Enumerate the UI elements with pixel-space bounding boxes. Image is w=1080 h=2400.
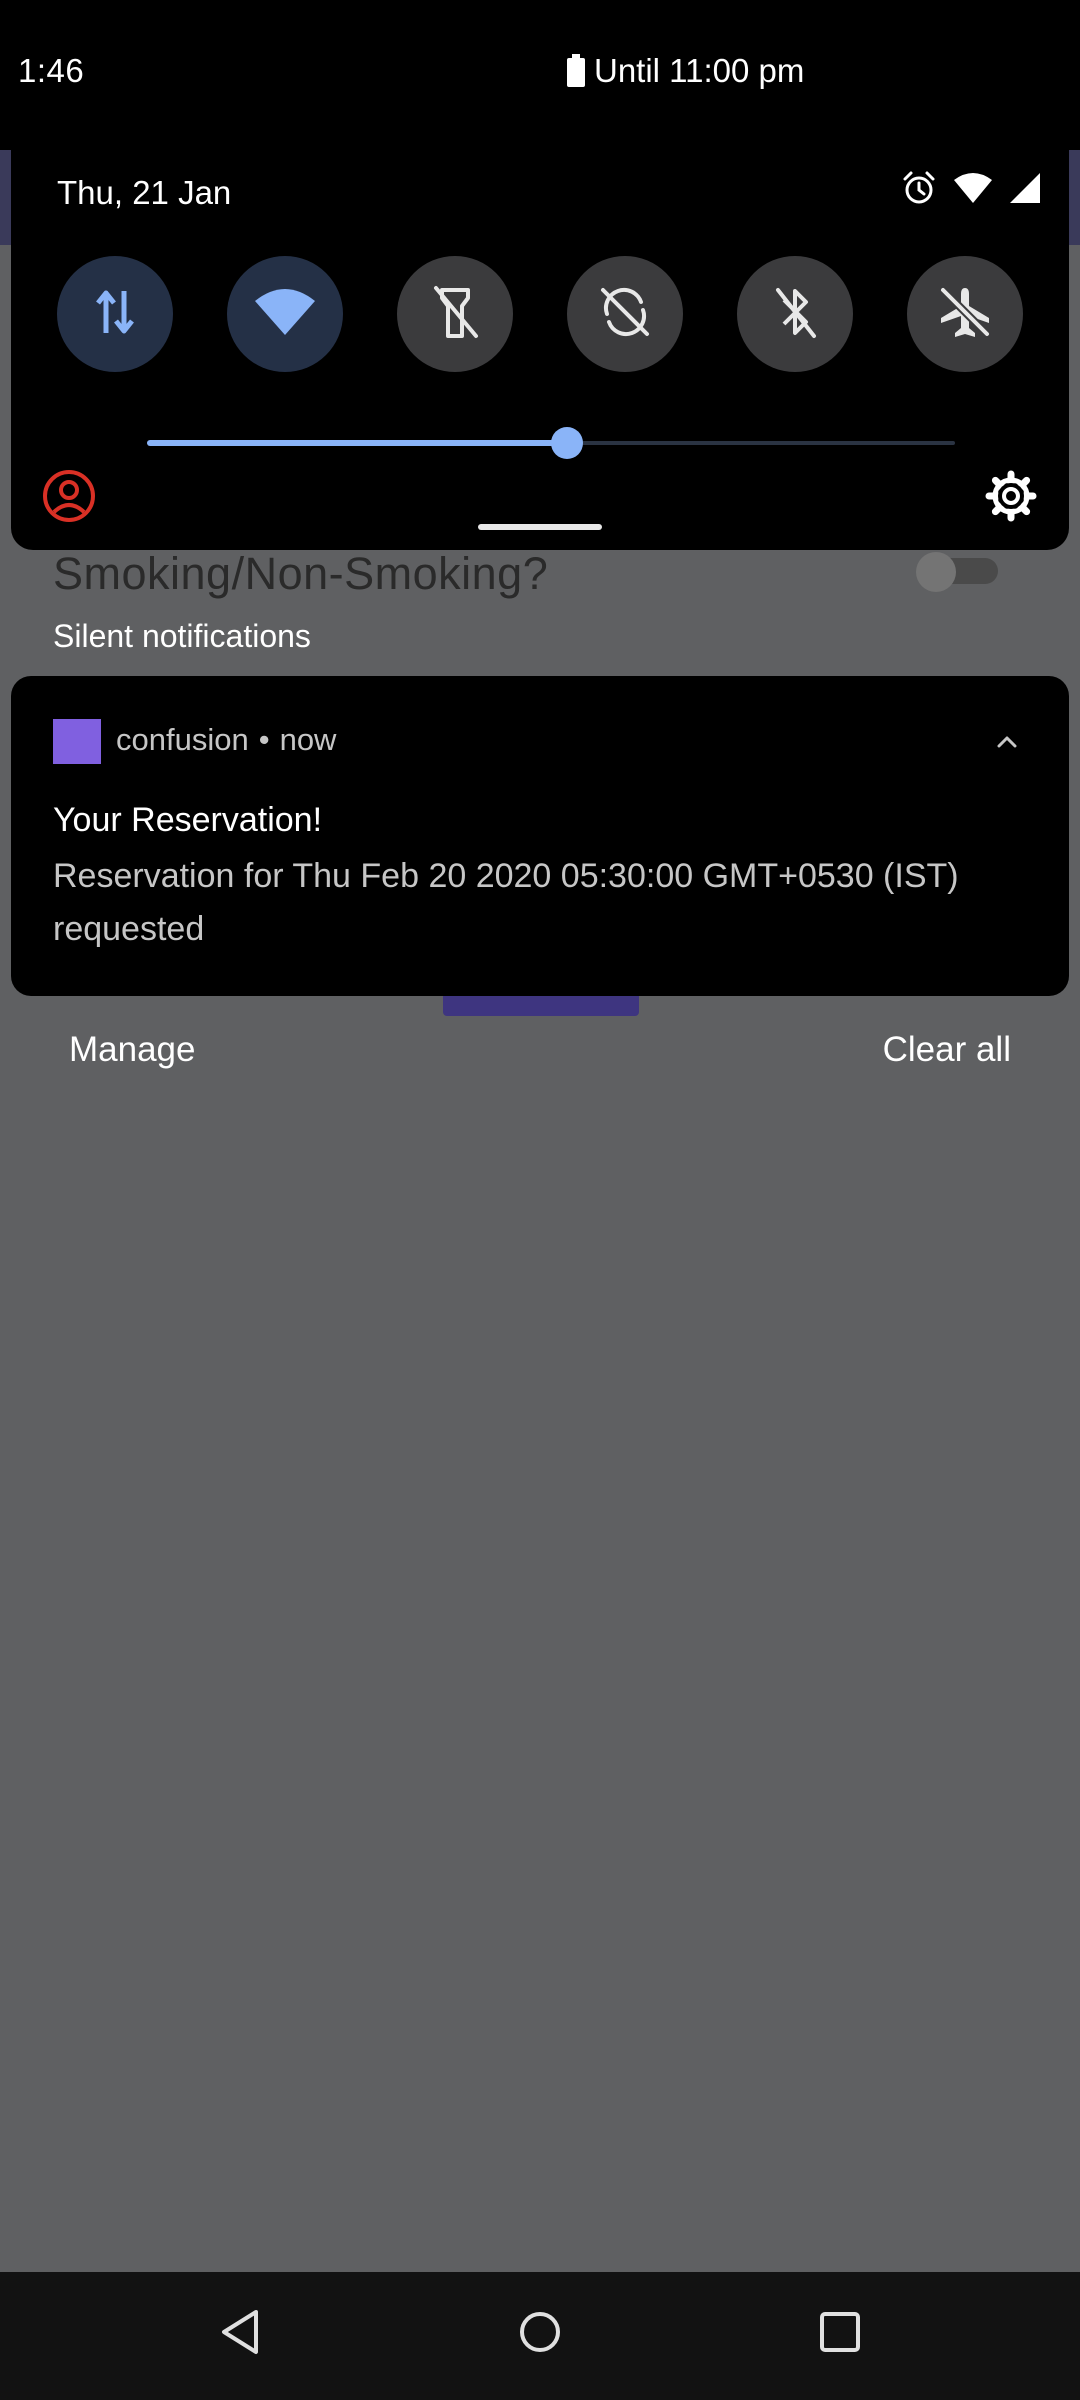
status-bar: 1:46 Until 11:00 pm (0, 0, 1080, 150)
battery-text: Until 11:00 pm (594, 52, 805, 89)
recents-icon (818, 2310, 862, 2359)
notification-title: Your Reservation! (53, 801, 323, 839)
qs-date: Thu, 21 Jan (57, 174, 232, 211)
clear-all-button[interactable]: Clear all (883, 1030, 1011, 1070)
settings-button[interactable] (983, 468, 1039, 524)
recents-button[interactable] (808, 2302, 872, 2366)
manage-button[interactable]: Manage (69, 1030, 195, 1070)
qs-status-icons (901, 170, 1041, 211)
user-switcher-button[interactable] (41, 468, 97, 524)
status-time: 1:46 (18, 52, 85, 89)
chevron-up-icon (989, 736, 1025, 764)
navigation-bar (0, 2272, 1080, 2400)
user-icon (41, 470, 97, 528)
tile-mobile-data[interactable] (57, 256, 173, 372)
brightness-fill (147, 440, 568, 446)
app-name: confusion (116, 722, 249, 757)
gear-icon (983, 470, 1039, 528)
silent-notifications-header: Silent notifications (53, 618, 311, 654)
notification-header: confusion • now (116, 722, 336, 758)
flashlight-off-icon (430, 284, 480, 345)
background-app-label: Smoking/Non-Smoking? (53, 548, 549, 599)
tile-auto-rotate[interactable] (567, 256, 683, 372)
background-app-switch (916, 552, 998, 592)
collapse-button[interactable] (989, 724, 1025, 760)
tile-bluetooth[interactable] (737, 256, 853, 372)
notification-body: Reservation for Thu Feb 20 2020 05:30:00… (53, 857, 959, 948)
wifi-icon (254, 287, 316, 342)
notification-time: now (279, 722, 337, 757)
app-icon (53, 719, 101, 764)
quick-settings-tiles (57, 256, 1025, 372)
wifi-signal-icon (953, 172, 993, 209)
tile-wifi[interactable] (227, 256, 343, 372)
battery-icon (566, 54, 586, 88)
bluetooth-off-icon (770, 284, 820, 345)
tile-flashlight[interactable] (397, 256, 513, 372)
notification-card[interactable]: confusion • now Your Reservation! Reserv… (11, 676, 1069, 996)
brightness-slider[interactable] (147, 427, 955, 459)
header-separator: • (258, 722, 270, 757)
brightness-thumb[interactable] (551, 427, 584, 459)
panel-drag-handle[interactable] (478, 524, 602, 530)
data-transfer-icon (93, 287, 137, 342)
airplane-off-icon (937, 284, 993, 345)
home-icon (516, 2308, 564, 2361)
cell-signal-icon (1009, 172, 1041, 209)
quick-settings-panel: Thu, 21 Jan (11, 150, 1069, 550)
alarm-icon (901, 170, 937, 211)
back-icon (218, 2308, 262, 2361)
rotate-off-icon (597, 284, 653, 345)
home-button[interactable] (508, 2302, 572, 2366)
battery-status: Until 11:00 pm (566, 52, 804, 90)
tile-airplane-mode[interactable] (907, 256, 1023, 372)
back-button[interactable] (208, 2302, 272, 2366)
